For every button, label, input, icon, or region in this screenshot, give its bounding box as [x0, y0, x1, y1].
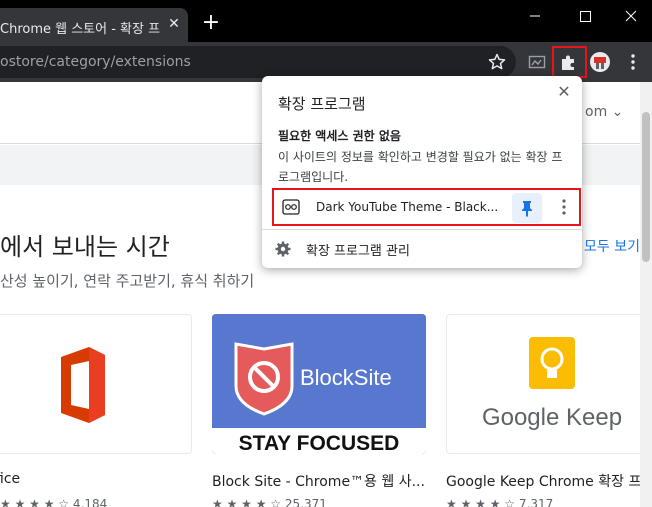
card-rating: ★ ★ ★ ★ ☆ 25,371	[212, 497, 327, 507]
extensions-button-highlight	[552, 46, 587, 78]
see-all-link[interactable]: 모두 보기	[584, 236, 640, 256]
minimize-icon[interactable]	[512, 4, 558, 28]
manage-extensions-label: 확장 프로그램 관리	[306, 244, 410, 259]
profile-avatar-icon[interactable]	[589, 51, 611, 73]
window-close-icon[interactable]	[608, 4, 652, 28]
office-card-image[interactable]	[0, 314, 192, 454]
pin-button[interactable]	[512, 193, 542, 223]
no-access-description: 이 사이트의 정보를 확인하고 변경할 필요가 없는 확장 프로그램입니다.	[278, 150, 563, 184]
card-title[interactable]: Block Site - Chrome™용 웹 사...	[212, 471, 425, 491]
address-bar[interactable]: ostore/category/extensions	[0, 46, 516, 78]
tab-title: Chrome 웹 스토어 - 확장 프로그램	[0, 22, 160, 37]
extensions-popup: 확장 프로그램 ✕ 필요한 액세스 권한 없음 이 사이트의 정보를 확인하고 …	[262, 76, 582, 268]
gear-icon	[275, 241, 291, 257]
star-icon[interactable]	[487, 52, 507, 72]
blocksite-logo-text: BlockSite	[300, 365, 392, 390]
cast-extension-icon[interactable]	[526, 51, 548, 73]
google-keep-banner: Google Keep	[482, 337, 622, 431]
office-logo-icon	[61, 347, 105, 423]
header-menu-label[interactable]: om ⌄	[585, 104, 623, 120]
url-text: ostore/category/extensions	[0, 54, 191, 70]
extension-item[interactable]: Dark YouTube Theme - Black...	[272, 188, 581, 226]
extension-name: Dark YouTube Theme - Black...	[316, 200, 499, 214]
google-keep-card-image[interactable]: Google Keep	[446, 314, 652, 454]
section-heading: 에서 보내는 시간	[0, 233, 170, 261]
card-title[interactable]: fice	[0, 471, 20, 487]
manage-extensions-item[interactable]: 확장 프로그램 관리	[262, 230, 582, 268]
dark-youtube-extension-icon	[282, 199, 300, 215]
scrollbar-thumb[interactable]	[642, 112, 650, 262]
card-rating: ★ ★ ★ ★ ☆ 4,184	[0, 497, 108, 507]
maximize-icon[interactable]	[562, 4, 608, 28]
new-tab-button[interactable]: +	[200, 12, 222, 34]
vertical-dots-icon[interactable]	[554, 196, 574, 218]
popup-title: 확장 프로그램	[278, 95, 366, 113]
blocksite-banner: BlockSite STAY FOCUSED	[212, 314, 426, 454]
blocksite-tagline: STAY FOCUSED	[239, 432, 400, 454]
close-icon[interactable]: ✕	[554, 82, 574, 102]
pin-icon	[522, 201, 532, 217]
no-access-heading: 필요한 액세스 권한 없음	[278, 129, 401, 143]
card-rating: ★ ★ ★ ★ ☆ 7,317	[446, 497, 554, 507]
blocksite-card-image[interactable]: BlockSite STAY FOCUSED	[212, 314, 426, 454]
tab-close-icon[interactable]: ✕	[166, 16, 182, 32]
section-subheading: 산성 높이기, 연락 주고받기, 휴식 취하기	[0, 272, 255, 290]
card-title[interactable]: Google Keep Chrome 확장 프	[446, 471, 641, 491]
title-bar: Chrome 웹 스토어 - 확장 프로그램 ✕ +	[0, 0, 652, 42]
browser-tab[interactable]: Chrome 웹 스토어 - 확장 프로그램 ✕	[0, 8, 188, 42]
vertical-dots-icon[interactable]	[622, 51, 644, 73]
google-keep-logo-text: Google Keep	[482, 404, 622, 431]
